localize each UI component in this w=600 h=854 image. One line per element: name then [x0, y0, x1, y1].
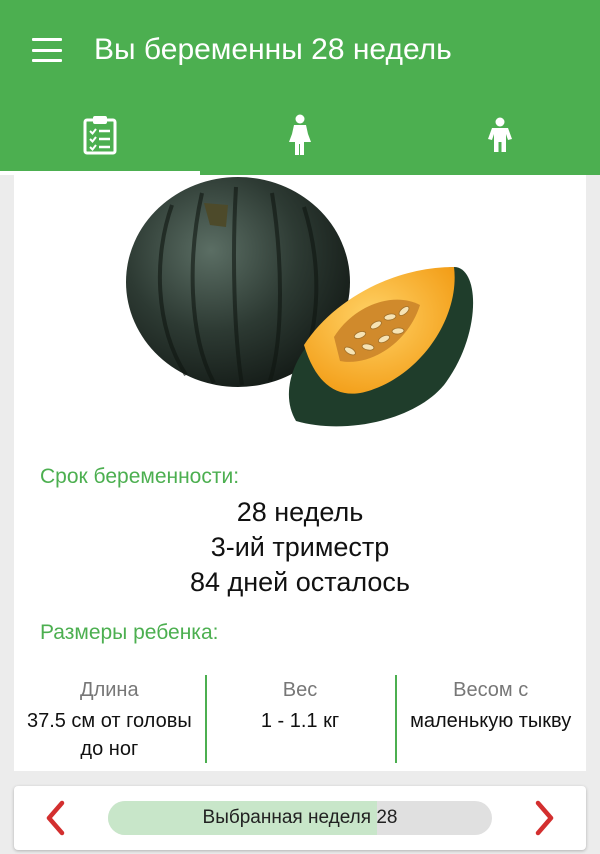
chevron-left-icon — [46, 800, 65, 836]
weight-stat: Вес 1 - 1.1 кг — [204, 673, 396, 765]
child-icon — [488, 117, 512, 152]
week-selector: Выбранная неделя 28 — [14, 786, 586, 850]
size-compare-value: маленькую тыкву — [410, 710, 572, 732]
baby-size-stats: Длина 37.5 см от головы до ног Вес 1 - 1… — [14, 673, 586, 765]
days-left-text: 84 дней осталось — [189, 567, 411, 597]
length-stat: Длина 37.5 см от головы до ног — [14, 673, 205, 765]
tab-baby[interactable] — [400, 95, 600, 175]
week-info-card: Срок беременности: 28 недель 3-ий тримес… — [14, 175, 586, 771]
menu-icon[interactable] — [32, 38, 62, 62]
pregnancy-term-label: Срок беременности: — [40, 465, 240, 488]
weight-value: 1 - 1.1 кг — [260, 710, 340, 732]
size-compare-header: Весом с — [453, 679, 529, 701]
tab-bar — [0, 95, 600, 175]
chevron-right-icon — [535, 800, 554, 836]
length-header: Длина — [80, 679, 139, 701]
acorn-squash-image — [126, 177, 474, 427]
tab-mother[interactable] — [200, 95, 400, 175]
week-progress-bar[interactable]: Выбранная неделя 28 — [108, 801, 492, 835]
app-bar: Вы беременны 28 недель — [0, 0, 600, 175]
trimester-text: 3-ий триместр — [210, 532, 390, 562]
pregnant-woman-icon — [289, 114, 311, 155]
baby-size-label: Размеры ребенка: — [40, 621, 219, 644]
length-value: 37.5 см от головы до ног — [26, 710, 192, 760]
tab-week-info[interactable] — [0, 95, 200, 175]
size-compare-stat: Весом с маленькую тыкву — [395, 673, 586, 765]
previous-week-button[interactable] — [30, 794, 80, 842]
selected-week-label: Выбранная неделя 28 — [202, 807, 398, 828]
weeks-text: 28 недель — [236, 497, 364, 527]
weight-header: Вес — [282, 679, 318, 701]
pregnancy-term-info: 28 недель 3-ий триместр 84 дней осталось — [14, 495, 586, 600]
page-title: Вы беременны 28 недель — [94, 33, 452, 66]
next-week-button[interactable] — [520, 794, 570, 842]
clipboard-checklist-icon — [83, 116, 117, 155]
